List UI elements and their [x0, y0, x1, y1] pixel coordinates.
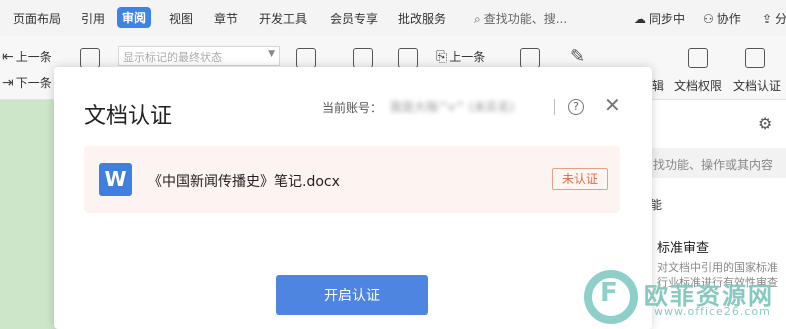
markup-display-select[interactable]: 显示标记的最终状态 ▼: [118, 46, 280, 66]
file-row: W 《中国新闻传播史》笔记.docx 未认证: [84, 146, 620, 213]
user-icon: ⚇: [703, 12, 714, 26]
collab-button[interactable]: ⚇ 协作: [703, 10, 741, 27]
share-button[interactable]: ⇪ 分: [762, 10, 786, 27]
status-badge: 未认证: [552, 168, 608, 190]
ink-pen-icon[interactable]: ✎: [570, 46, 585, 67]
collab-label: 协作: [716, 12, 741, 26]
next-change-icon: ⇥: [2, 75, 14, 91]
side-panel-search[interactable]: 找功能、操作或其内容: [645, 148, 786, 178]
watermark-logo-letter: F: [600, 278, 618, 308]
account-label: 当前账号：: [322, 101, 383, 115]
watermark-logo: F: [584, 270, 638, 324]
start-certify-button[interactable]: 开启认证: [276, 275, 428, 315]
accept-icon[interactable]: [353, 48, 373, 68]
close-icon[interactable]: ✕: [604, 95, 621, 115]
prev-change-label: 上一条: [15, 50, 52, 64]
page-margin: [0, 100, 56, 329]
share-icon: ⇪: [762, 12, 773, 26]
prev-change-icon: ⇤: [2, 49, 14, 65]
markup-select-value: 显示标记的最终状态: [123, 51, 222, 64]
menu-review[interactable]: 审阅: [117, 7, 152, 28]
prev-comment-button[interactable]: ⎘ 上一条: [436, 48, 485, 65]
doc-certify-button[interactable]: 文档认证: [733, 77, 781, 94]
reject-icon[interactable]: [398, 48, 418, 68]
prev-comment-label: 上一条: [449, 50, 486, 64]
prev-change-button[interactable]: ⇤ 上一条: [2, 48, 52, 65]
function-search-placeholder: 查找功能、搜...: [483, 12, 568, 26]
divider: [554, 99, 555, 115]
share-label: 分: [775, 12, 786, 26]
sync-status[interactable]: ☁ 同步中: [634, 10, 685, 27]
chevron-down-icon: ▼: [268, 49, 275, 59]
next-change-label: 下一条: [15, 76, 52, 90]
file-name: 《中国新闻传播史》笔记.docx: [148, 174, 340, 190]
standard-review-item[interactable]: 标准审查: [657, 237, 709, 256]
menu-layout[interactable]: 页面布局: [13, 10, 61, 27]
search-icon: ⌕: [474, 12, 481, 26]
watermark-url: www.office26.com: [654, 305, 771, 318]
menu-chapter[interactable]: 章节: [214, 10, 238, 27]
dialog-title: 文档认证: [84, 104, 173, 129]
menu-grading[interactable]: 批改服务: [398, 10, 446, 27]
compare-icon[interactable]: [520, 48, 540, 68]
menu-view[interactable]: 视图: [169, 10, 193, 27]
doc-permission-button[interactable]: 文档权限: [674, 77, 722, 94]
next-change-button[interactable]: ⇥ 下一条: [2, 74, 52, 91]
prev-comment-icon: ⎘: [436, 49, 448, 65]
doc-certify-dialog: 文档认证 当前账号： 我是大咖^v^ (未实名) ? ✕ W 《中国新闻传播史》…: [54, 67, 652, 329]
reviewing-pane-icon[interactable]: [296, 48, 316, 68]
menu-bar: 页面布局 引用 审阅 视图 章节 开发工具 会员专享 批改服务 ⌕ 查找功能、搜.…: [0, 0, 786, 36]
side-search-placeholder: 找功能、操作或其内容: [653, 158, 774, 172]
doc-permission-icon: [688, 48, 708, 68]
cloud-icon: ☁: [634, 12, 646, 26]
help-icon[interactable]: ?: [568, 99, 584, 115]
desc-line-1: 对文档中引用的国家标准: [657, 261, 778, 274]
account-value: 我是大咖^v^ (未实名): [390, 100, 515, 114]
edit-icon[interactable]: [80, 48, 100, 68]
doc-certify-icon: [745, 48, 765, 68]
menu-member[interactable]: 会员专享: [330, 10, 378, 27]
sync-label: 同步中: [649, 12, 686, 26]
edit-restrict-label[interactable]: 辑: [652, 77, 664, 94]
function-search[interactable]: ⌕ 查找功能、搜...: [474, 10, 567, 27]
word-file-icon: W: [99, 163, 132, 196]
menu-developer[interactable]: 开发工具: [259, 10, 307, 27]
menu-references[interactable]: 引用: [81, 10, 105, 27]
gear-icon[interactable]: ⚙: [758, 114, 772, 133]
